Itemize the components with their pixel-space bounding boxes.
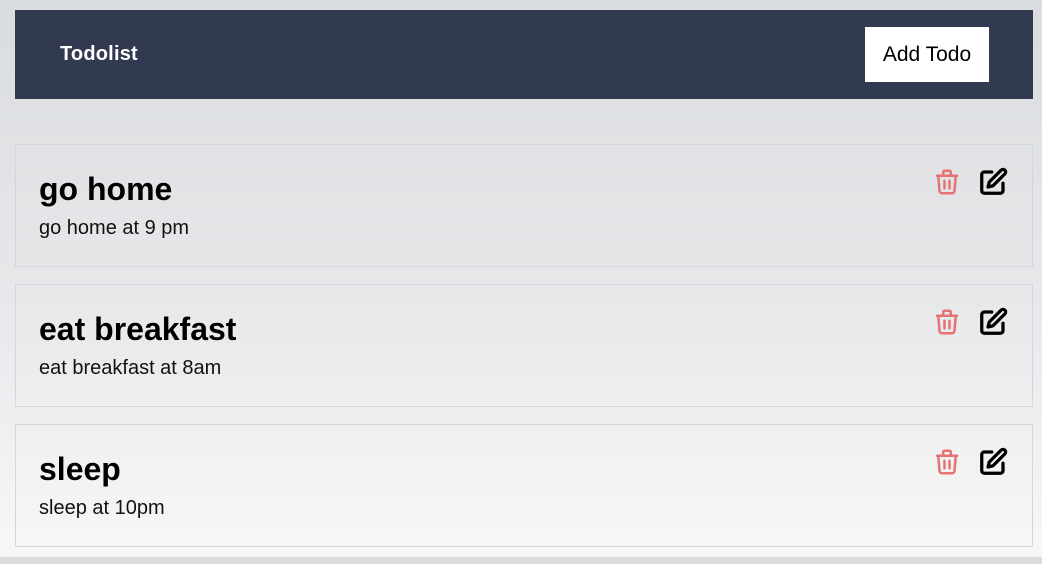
trash-icon: [935, 449, 959, 475]
add-todo-button[interactable]: Add Todo: [865, 27, 989, 82]
navbar: Todolist Add Todo: [15, 10, 1033, 99]
todo-card: eat breakfast eat breakfast at 8am: [15, 284, 1033, 407]
trash-icon: [935, 169, 959, 195]
todo-description: sleep at 10pm: [39, 497, 165, 519]
edit-todo-button[interactable]: [978, 307, 1008, 337]
todo-title: go home: [39, 171, 173, 207]
todo-list: go home go home at 9 pm eat breakfast ea…: [15, 144, 1033, 564]
trash-icon: [935, 309, 959, 335]
brand-title: Todolist: [60, 43, 138, 65]
todo-card: go home go home at 9 pm: [15, 144, 1033, 267]
edit-icon: [980, 307, 1008, 335]
edit-icon: [980, 447, 1008, 475]
edit-todo-button[interactable]: [978, 447, 1008, 477]
todo-description: go home at 9 pm: [39, 217, 190, 239]
edit-todo-button[interactable]: [978, 167, 1008, 197]
todo-description: eat breakfast at 8am: [39, 357, 222, 379]
edit-icon: [980, 167, 1008, 195]
todo-title: eat breakfast: [39, 311, 237, 347]
todo-card: sleep sleep at 10pm: [15, 424, 1033, 547]
delete-todo-button[interactable]: [932, 447, 962, 477]
delete-todo-button[interactable]: [932, 307, 962, 337]
todo-title: sleep: [39, 451, 121, 487]
delete-todo-button[interactable]: [932, 167, 962, 197]
